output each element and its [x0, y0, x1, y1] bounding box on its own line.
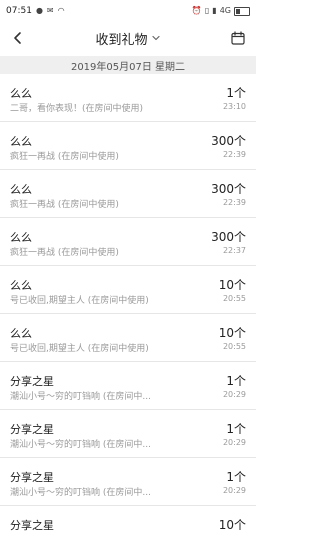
calendar-button[interactable]	[226, 26, 250, 50]
gift-desc: 潮汕小号〜穷的叮铛响 (在房间中...	[10, 440, 151, 450]
status-bar: 07:51 ● ✉ ◠ ⏰ ▯ ▮ 4G	[0, 0, 256, 22]
gift-count: 300个	[211, 134, 246, 148]
title-dropdown[interactable]: 收到礼物	[95, 29, 160, 48]
list-item[interactable]: 么么 疯狂一再战 (在房间中使用) 300个 22:39	[0, 170, 256, 218]
gift-name: 分享之星	[10, 471, 54, 484]
gift-time: 22:39	[222, 198, 246, 207]
date-header: 2019年05月07日 星期二	[0, 56, 256, 74]
gift-name: 么么	[10, 135, 32, 148]
gift-desc: 疯狂一再战 (在房间中使用)	[10, 152, 119, 162]
back-icon	[14, 32, 21, 44]
gift-desc: 号已收回,期望主人 (在房间中使用)	[10, 296, 149, 306]
gift-time: 20:55	[222, 342, 246, 351]
list-item[interactable]: 么么 号已收回,期望主人 (在房间中使用) 10个 20:55	[0, 314, 256, 362]
list-item[interactable]: 么么 疯狂一再战 (在房间中使用) 300个 22:37	[0, 218, 256, 266]
list-item[interactable]: 分享之星 潮汕小号〜穷的叮铛响 (在房间中... 1个 20:29	[0, 458, 256, 506]
gift-time: 23:10	[222, 102, 246, 111]
gift-desc: 疯狂一再战 (在房间中使用)	[10, 200, 119, 210]
header: 收到礼物	[0, 22, 256, 54]
gift-list: 么么 二哥，看你表现！(在房间中使用) 1个 23:10 么么 疯狂一再战 (在…	[0, 74, 256, 540]
gift-name: 么么	[10, 183, 32, 196]
gift-desc: 潮汕小号〜穷的叮铛响 (在房间中...	[10, 488, 151, 498]
date-text: 2019年05月07日 星期二	[70, 61, 186, 73]
gift-count: 10个	[218, 518, 246, 532]
wifi-icon: ◠	[57, 6, 65, 15]
gift-count: 10个	[218, 278, 246, 292]
gift-name: 么么	[10, 327, 32, 340]
back-button[interactable]	[6, 26, 30, 50]
gift-time: 20:29	[222, 390, 246, 399]
gift-desc: 潮汕小号〜穷的叮铛响 (在房间中...	[10, 392, 151, 402]
gift-desc: 号已收回,期望主人 (在房间中使用)	[10, 344, 149, 354]
signal-icon: ▮	[212, 6, 217, 15]
battery-icon	[234, 6, 250, 16]
gift-time: 20:29	[222, 486, 246, 495]
status-right: ⏰ ▯ ▮ 4G	[191, 6, 250, 16]
gift-count: 1个	[226, 86, 246, 100]
list-item[interactable]: 么么 号已收回,期望主人 (在房间中使用) 10个 20:55	[0, 266, 256, 314]
gift-desc: 二哥，看你表现！(在房间中使用)	[10, 104, 144, 114]
gift-time: 22:39	[222, 150, 246, 159]
gift-count: 10个	[218, 326, 246, 340]
gift-time: 22:37	[222, 246, 246, 255]
chevron-down-icon	[151, 35, 160, 41]
gift-count: 1个	[226, 422, 246, 436]
gift-desc: 疯狂一再战 (在房间中使用)	[10, 248, 119, 258]
list-item[interactable]: 么么 二哥，看你表现！(在房间中使用) 1个 23:10	[0, 74, 256, 122]
status-left: 07:51 ● ✉ ◠	[6, 6, 65, 16]
gift-name: 分享之星	[10, 519, 54, 532]
list-item[interactable]: 么么 疯狂一再战 (在房间中使用) 300个 22:39	[0, 122, 256, 170]
notification-icon: ●	[35, 6, 43, 15]
gift-name: 分享之星	[10, 375, 54, 388]
gift-count: 1个	[226, 374, 246, 388]
gift-name: 么么	[10, 279, 32, 292]
status-time: 07:51	[6, 6, 32, 16]
list-item[interactable]: 分享之星 潮汕小号〜穷的叮铛响 (在房间中... 1个 20:29	[0, 410, 256, 458]
gift-count: 300个	[211, 182, 246, 196]
gift-name: 么么	[10, 87, 32, 100]
gift-count: 1个	[226, 470, 246, 484]
gift-name: 么么	[10, 231, 32, 244]
gift-time: 20:29	[222, 438, 246, 447]
list-item[interactable]: 分享之星 10个	[0, 506, 256, 540]
page-title: 收到礼物	[95, 32, 148, 48]
email-icon: ✉	[46, 6, 54, 15]
list-item[interactable]: 分享之星 潮汕小号〜穷的叮铛响 (在房间中... 1个 20:29	[0, 362, 256, 410]
gift-name: 分享之星	[10, 423, 54, 436]
vibrate-icon: ▯	[204, 6, 210, 15]
gift-time: 20:55	[222, 294, 246, 303]
gift-count: 300个	[211, 230, 246, 244]
network-text: 4G	[219, 6, 231, 15]
alarm-icon: ⏰	[191, 6, 202, 15]
calendar-icon	[231, 31, 245, 45]
